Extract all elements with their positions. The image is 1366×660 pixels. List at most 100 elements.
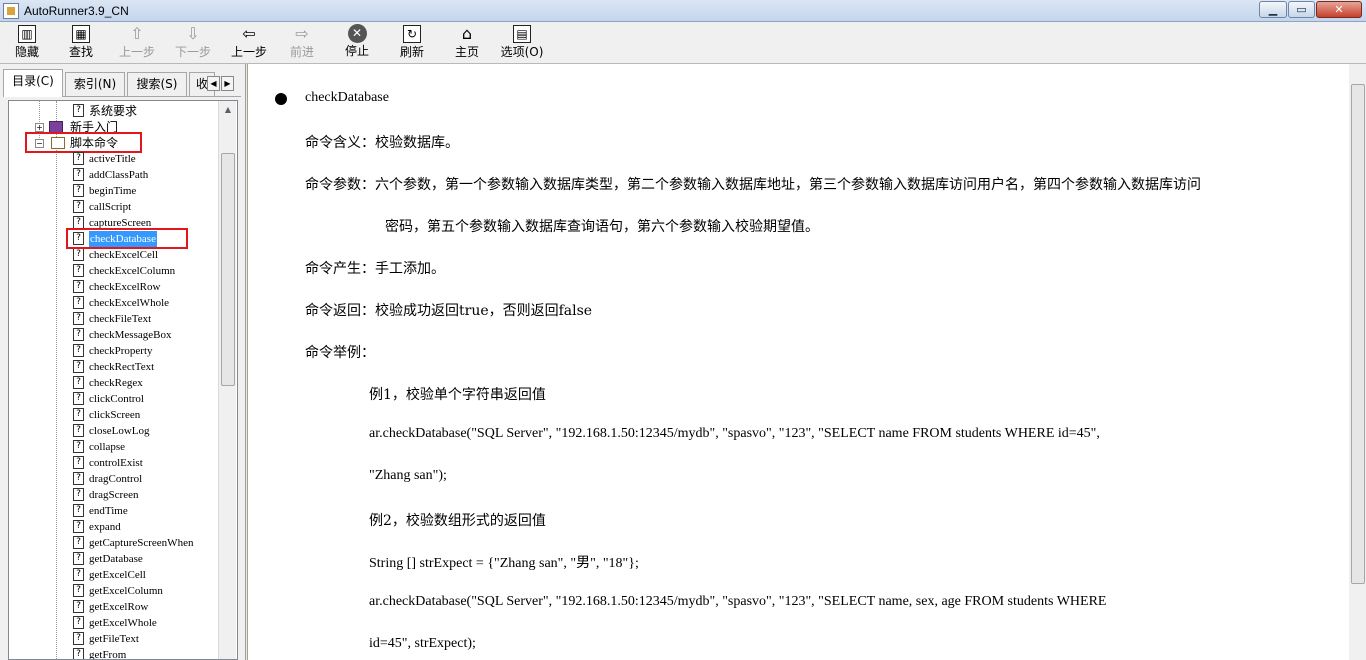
tree-item-command[interactable]: ? getFrom bbox=[9, 647, 209, 660]
tree-item-command[interactable]: ? getDatabase bbox=[9, 551, 209, 567]
refresh-button[interactable]: ↻ 刷新 bbox=[395, 24, 429, 62]
highlight-box-checkdatabase bbox=[66, 228, 188, 249]
content-pane: checkDatabase 命令含义：校验数据库。 命令参数：六个参数，第一个参… bbox=[247, 64, 1366, 660]
down-arrow-icon: ⇩ bbox=[186, 24, 200, 43]
tab-scroll-left-icon[interactable]: ◀ bbox=[207, 76, 220, 91]
hide-button[interactable]: ▥ 隐藏 bbox=[10, 24, 44, 62]
example2-code-line3: id=45", strExpect); bbox=[369, 636, 476, 651]
tree-item-command[interactable]: ? callScript bbox=[9, 199, 209, 215]
options-button[interactable]: ▤ 选项(O) bbox=[498, 24, 546, 62]
toolbar: ▥ 隐藏 ▦ 查找 ⇧ 上一步 ⇩ 下一步 ⇦ 上一步 ⇨ 前进 ✕ 停止 ↻ … bbox=[0, 22, 1366, 64]
next-topic-button[interactable]: ⇩ 下一步 bbox=[170, 24, 216, 62]
help-topic-icon: ? bbox=[73, 248, 84, 261]
example1-code-line2: "Zhang san"); bbox=[369, 468, 447, 483]
help-topic-icon: ? bbox=[73, 584, 84, 597]
tree-item-system-requirements[interactable]: ? 系统要求 bbox=[9, 103, 209, 119]
tree-item-label: closeLowLog bbox=[89, 425, 150, 437]
tab-scroll-right-icon[interactable]: ▶ bbox=[221, 76, 234, 91]
tree-item-label: expand bbox=[89, 521, 121, 533]
find-button[interactable]: ▦ 查找 bbox=[64, 24, 98, 62]
content-scroll-thumb[interactable] bbox=[1351, 84, 1365, 584]
tree-item-command[interactable]: ? checkRectText bbox=[9, 359, 209, 375]
tree-item-command[interactable]: ? beginTime bbox=[9, 183, 209, 199]
tab-contents[interactable]: 目录(C) bbox=[3, 69, 63, 97]
up-arrow-icon: ⇧ bbox=[130, 24, 144, 43]
tree-item-command[interactable]: ? getCaptureScreenWhen bbox=[9, 535, 209, 551]
tree-item-command[interactable]: ? activeTitle bbox=[9, 151, 209, 167]
tree-item-label: getFrom bbox=[89, 649, 127, 660]
help-topic-icon: ? bbox=[73, 104, 84, 117]
tree-item-command[interactable]: ? getFileText bbox=[9, 631, 209, 647]
help-topic-icon: ? bbox=[73, 312, 84, 325]
tree-item-label: getExcelCell bbox=[89, 569, 146, 581]
right-arrow-icon: ⇨ bbox=[295, 24, 309, 43]
close-button[interactable]: ✕ bbox=[1316, 1, 1362, 18]
tree-item-command[interactable]: ? collapse bbox=[9, 439, 209, 455]
minimize-button[interactable]: ▁ bbox=[1259, 1, 1287, 18]
back-button[interactable]: ⇦ 上一步 bbox=[226, 24, 272, 62]
tree-scroll-thumb[interactable] bbox=[221, 153, 235, 386]
tree-item-command[interactable]: ? clickScreen bbox=[9, 407, 209, 423]
tree-item-command[interactable]: ? getExcelWhole bbox=[9, 615, 209, 631]
stop-button[interactable]: ✕ 停止 bbox=[340, 24, 374, 62]
command-heading: checkDatabase bbox=[305, 90, 389, 105]
tree-item-command[interactable]: ? dragControl bbox=[9, 471, 209, 487]
tree-item-label: checkMessageBox bbox=[89, 329, 172, 341]
tree-item-command[interactable]: ? checkExcelWhole bbox=[9, 295, 209, 311]
command-params-line2: 密码，第五个参数输入数据库查询语句，第六个参数输入校验期望值。 bbox=[385, 219, 819, 235]
tree-item-command[interactable]: ? getExcelColumn bbox=[9, 583, 209, 599]
tree-item-command[interactable]: ? checkExcelRow bbox=[9, 279, 209, 295]
maximize-button[interactable]: ▭ bbox=[1288, 1, 1315, 18]
tree-item-label: activeTitle bbox=[89, 153, 136, 165]
tree-item-command[interactable]: ? getExcelRow bbox=[9, 599, 209, 615]
tree-item-label: checkExcelColumn bbox=[89, 265, 176, 277]
tree-item-label: clickScreen bbox=[89, 409, 141, 421]
tree-item-command[interactable]: ? endTime bbox=[9, 503, 209, 519]
help-topic-icon: ? bbox=[73, 552, 84, 565]
prev-topic-button[interactable]: ⇧ 上一步 bbox=[114, 24, 160, 62]
find-icon: ▦ bbox=[72, 25, 90, 43]
example1-code-line1: ar.checkDatabase("SQL Server", "192.168.… bbox=[369, 426, 1100, 441]
tree-item-command[interactable]: ? expand bbox=[9, 519, 209, 535]
help-topic-icon: ? bbox=[73, 392, 84, 405]
help-topic-icon: ? bbox=[73, 280, 84, 293]
help-topic-icon: ? bbox=[73, 200, 84, 213]
highlight-box-script-commands bbox=[25, 132, 142, 153]
example1-title: 例1，校验单个字符串返回值 bbox=[369, 387, 546, 403]
tree-item-label: collapse bbox=[89, 441, 126, 453]
tree-item-command[interactable]: ? controlExist bbox=[9, 455, 209, 471]
tab-search[interactable]: 搜索(S) bbox=[127, 72, 187, 96]
tree-item-command[interactable]: ? getExcelCell bbox=[9, 567, 209, 583]
forward-button[interactable]: ⇨ 前进 bbox=[285, 24, 319, 62]
tree-item-command[interactable]: ? dragScreen bbox=[9, 487, 209, 503]
tree-item-label: beginTime bbox=[89, 185, 137, 197]
tree-item-command[interactable]: ? checkRegex bbox=[9, 375, 209, 391]
tree-item-label: getFileText bbox=[89, 633, 139, 645]
tree-item-command[interactable]: ? checkFileText bbox=[9, 311, 209, 327]
tree-item-command[interactable]: ? addClassPath bbox=[9, 167, 209, 183]
help-topic-icon: ? bbox=[73, 360, 84, 373]
tree-item-command[interactable]: ? clickControl bbox=[9, 391, 209, 407]
help-topic-icon: ? bbox=[73, 616, 84, 629]
home-button[interactable]: ⌂ 主页 bbox=[450, 24, 484, 62]
expand-icon[interactable]: + bbox=[35, 123, 44, 132]
tree-scrollbar[interactable]: ▲ bbox=[218, 101, 237, 659]
tree-item-command[interactable]: ? checkExcelColumn bbox=[9, 263, 209, 279]
tree-item-command[interactable]: ? closeLowLog bbox=[9, 423, 209, 439]
refresh-icon: ↻ bbox=[403, 25, 421, 43]
tree-item-command[interactable]: ? checkMessageBox bbox=[9, 327, 209, 343]
tree-item-label: callScript bbox=[89, 201, 132, 213]
tree-item-command[interactable]: ? checkProperty bbox=[9, 343, 209, 359]
help-topic-icon: ? bbox=[73, 344, 84, 357]
example2-code-line2: ar.checkDatabase("SQL Server", "192.168.… bbox=[369, 594, 1107, 609]
tab-index[interactable]: 索引(N) bbox=[65, 72, 125, 96]
content-scrollbar[interactable] bbox=[1349, 64, 1366, 660]
tree-item-command[interactable]: ? checkExcelCell bbox=[9, 247, 209, 263]
tree-item-label: getDatabase bbox=[89, 553, 143, 565]
left-arrow-icon: ⇦ bbox=[242, 24, 256, 43]
scroll-up-icon[interactable]: ▲ bbox=[219, 101, 237, 118]
tree-item-label: endTime bbox=[89, 505, 128, 517]
window-title: AutoRunner3.9_CN bbox=[24, 4, 129, 18]
app-icon bbox=[3, 3, 19, 19]
contents-tree[interactable]: ? 系统要求 + 新手入门 − 脚本命令 ? activeTitle? addCla… bbox=[8, 100, 238, 660]
